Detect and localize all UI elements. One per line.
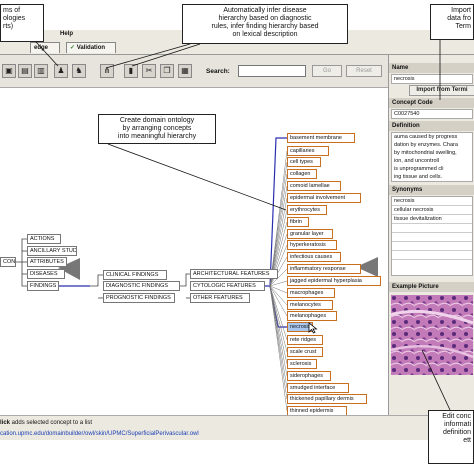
concept-code-field[interactable]: C0027540 xyxy=(391,109,473,119)
ontology-url[interactable]: cation.upmc.edu/domainbuilder/owl/skin/U… xyxy=(0,429,474,440)
tree-node-cyto[interactable]: epidermal involvement xyxy=(287,193,361,203)
tree-node-cyto[interactable]: sclerosis xyxy=(287,359,317,369)
concept-code-label: Concept Code xyxy=(389,98,474,108)
tree-node-cyto[interactable]: siderophages xyxy=(287,371,331,381)
tree-node-prognostic-findings[interactable]: PROGNOSTIC FINDINGS xyxy=(103,293,175,303)
tree-node-cyto[interactable]: infectious causes xyxy=(287,252,341,262)
tree-node-cyto[interactable]: smudged interface xyxy=(287,383,349,393)
callout-top-left: ms of ologies rts) xyxy=(0,4,44,42)
tree-node-actions[interactable]: ACTIONS xyxy=(27,234,61,244)
synonyms-list[interactable]: necrosis cellular necrosis tissue devita… xyxy=(391,196,473,276)
callout-line: on lexical description xyxy=(232,31,298,38)
tree-node-cytologic[interactable]: CYTOLOGIC FEATURES xyxy=(190,281,265,291)
definition-line: by mitochondrial swelling, xyxy=(394,150,457,156)
synonym-item[interactable]: cellular necrosis xyxy=(392,206,472,215)
callout-line: Edit conc xyxy=(442,413,471,420)
tree-node-cyto[interactable]: melanophages xyxy=(287,311,337,321)
definition-line: dation by enzymes. Chara xyxy=(394,142,458,148)
tree-node-cyto[interactable]: granular layer xyxy=(287,229,333,239)
callout-line: by arranging concepts xyxy=(122,125,192,132)
name-label: Name xyxy=(389,63,474,73)
tree-node-cyto[interactable]: macrophages xyxy=(287,288,335,298)
definition-line: ion, and uncontroll xyxy=(394,158,439,164)
callout-line: ett xyxy=(463,437,471,444)
definition-line: is unprogrammed cli xyxy=(394,166,444,172)
callout-line: hierarchy based on diagnostic xyxy=(218,15,312,22)
status-hint-bold: lick xyxy=(0,420,11,426)
tree-node-diseases[interactable]: DISEASES xyxy=(27,269,65,279)
callout-line: Create domain ontology xyxy=(119,117,195,124)
tree-node-attributes[interactable]: ATTRIBUTES xyxy=(27,257,67,267)
callout-line: Automatically infer disease xyxy=(223,7,307,14)
callout-line: rules, infer finding hierarchy based xyxy=(211,23,319,30)
definition-textarea[interactable]: auma caused by progress dation by enzyme… xyxy=(391,132,473,182)
tree-node-other-features[interactable]: OTHER FEATURES xyxy=(190,293,250,303)
callout-line: Term xyxy=(455,23,471,30)
tree-node-clinical-findings[interactable]: CLINICAL FINDINGS xyxy=(103,270,167,280)
tree-node-cyto[interactable]: collagen xyxy=(287,169,317,179)
callout-line: informati xyxy=(444,421,471,428)
definition-line: ing tissue and cells. xyxy=(394,174,442,180)
synonym-item[interactable]: tissue devitalization xyxy=(392,215,472,224)
callout-create-ontology: Create domain ontology by arranging conc… xyxy=(98,114,216,144)
example-picture-label: Example Picture xyxy=(389,282,474,292)
definition-label: Definition xyxy=(389,121,474,131)
definition-line: auma caused by progress xyxy=(394,134,458,140)
tree-node-root[interactable]: CONCEPTS xyxy=(0,257,16,267)
tree-node-cyto[interactable]: jagged epidermal hyperplasia xyxy=(287,276,381,286)
tree-node-cyto[interactable]: erythrocytes xyxy=(287,205,327,215)
callout-line: ologies xyxy=(3,15,26,22)
tree-node-cyto[interactable]: hyperkeratosis xyxy=(287,240,337,250)
tree-node-cyto[interactable]: comoid lamellae xyxy=(287,181,341,191)
tree-node-cyto[interactable]: rete ridges xyxy=(287,335,323,345)
tree-node-architectural[interactable]: ARCHITECTURAL FEATURES xyxy=(190,269,278,279)
tree-node-ancillary[interactable]: ANCILLARY STUDIES xyxy=(27,246,77,256)
callout-top-middle: Automatically infer disease hierarchy ba… xyxy=(182,4,348,44)
synonyms-label: Synonyms xyxy=(389,185,474,195)
callout-line: definition xyxy=(442,429,471,436)
callout-line: ms of xyxy=(3,7,21,14)
tree-node-cyto[interactable]: scale crust xyxy=(287,347,323,357)
callout-line: into meaningful hierarchy xyxy=(117,133,197,140)
example-picture-image[interactable] xyxy=(391,295,473,375)
tree-node-cyto[interactable]: inflammatory response xyxy=(287,264,361,274)
status-hint: adds selected concept to a list xyxy=(10,420,93,426)
tree-node-findings[interactable]: FINDINGS xyxy=(27,281,59,291)
tree-node-cyto[interactable]: basement membrane xyxy=(287,133,355,143)
status-bar: lick adds selected concept to a list xyxy=(0,415,474,430)
callout-line: data fro xyxy=(447,15,471,22)
mouse-cursor-icon xyxy=(308,322,318,334)
tree-node-cyto[interactable]: melanocytes xyxy=(287,300,333,310)
tree-node-cyto[interactable]: fibrin xyxy=(287,217,309,227)
tree-node-cyto[interactable]: thickened papillary dermis xyxy=(287,394,367,404)
tree-node-cyto[interactable]: capillaries xyxy=(287,146,329,156)
callout-top-right: Import data fro Term xyxy=(430,4,474,40)
concept-details-panel: Name necrosis Import from Termi Concept … xyxy=(388,55,474,415)
tree-node-cyto[interactable]: cell types xyxy=(287,157,321,167)
import-from-terminology-button[interactable]: Import from Termi xyxy=(409,85,474,96)
callout-line: rts) xyxy=(3,23,14,30)
tree-node-diagnostic-findings[interactable]: DIAGNOSTIC FINDINGS xyxy=(103,281,180,291)
callout-edit-concept: Edit conc informati definition ett xyxy=(428,410,474,464)
name-field[interactable]: necrosis xyxy=(391,74,473,84)
callout-line: Import xyxy=(451,7,471,14)
synonym-item[interactable]: necrosis xyxy=(392,197,472,206)
